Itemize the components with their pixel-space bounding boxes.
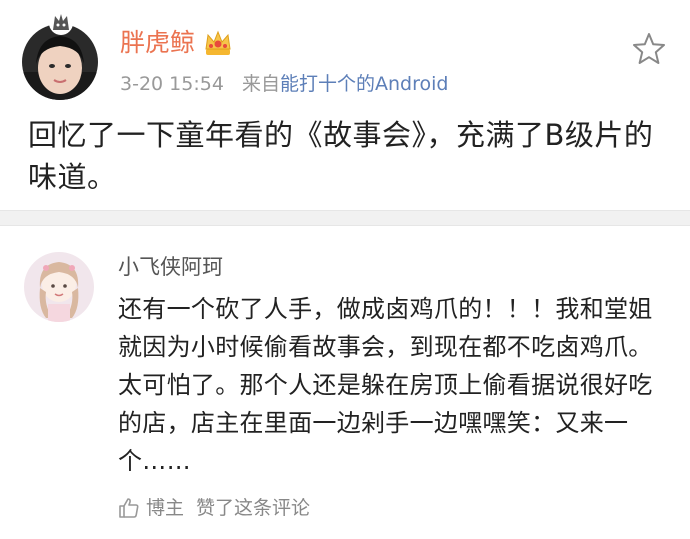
post-username[interactable]: 胖虎鲸 [120, 26, 195, 60]
weibo-post: 胖虎鲸 3-20 15:54 来自能打十个的Android 回忆了一下童年看的《… [0, 0, 690, 210]
post-username-row: 胖虎鲸 [120, 26, 233, 60]
comment-item: 小飞侠阿珂 还有一个砍了人手，做成卤鸡爪的！！！我和堂姐就因为小时候偷看故事会，… [0, 226, 690, 539]
footer-action: 赞了这条评论 [196, 497, 311, 519]
thumbs-up-icon[interactable] [118, 497, 140, 519]
post-body-text: 回忆了一下童年看的《故事会》，充满了B级片的味道。 [28, 118, 654, 194]
footer-author: 博主 [146, 497, 185, 519]
star-outline-icon[interactable] [630, 30, 668, 68]
comment-avatar[interactable] [24, 252, 94, 322]
post-time: 3-20 15:54 [120, 73, 224, 95]
post-source-prefix: 来自 [241, 73, 280, 95]
post-source-link[interactable]: 能打十个的Android [280, 73, 448, 95]
avatar-badge-icon [48, 10, 74, 36]
comment-footer: 博主 赞了这条评论 [118, 494, 310, 522]
crown-icon[interactable] [203, 29, 233, 57]
comment-body-text: 还有一个砍了人手，做成卤鸡爪的！！！我和堂姐就因为小时候偷看故事会，到现在都不吃… [118, 295, 653, 475]
comment-username[interactable]: 小飞侠阿珂 [118, 252, 223, 282]
avatar-illustration [24, 252, 94, 322]
section-divider [0, 210, 690, 226]
post-meta: 3-20 15:54 来自能打十个的Android [120, 70, 448, 98]
